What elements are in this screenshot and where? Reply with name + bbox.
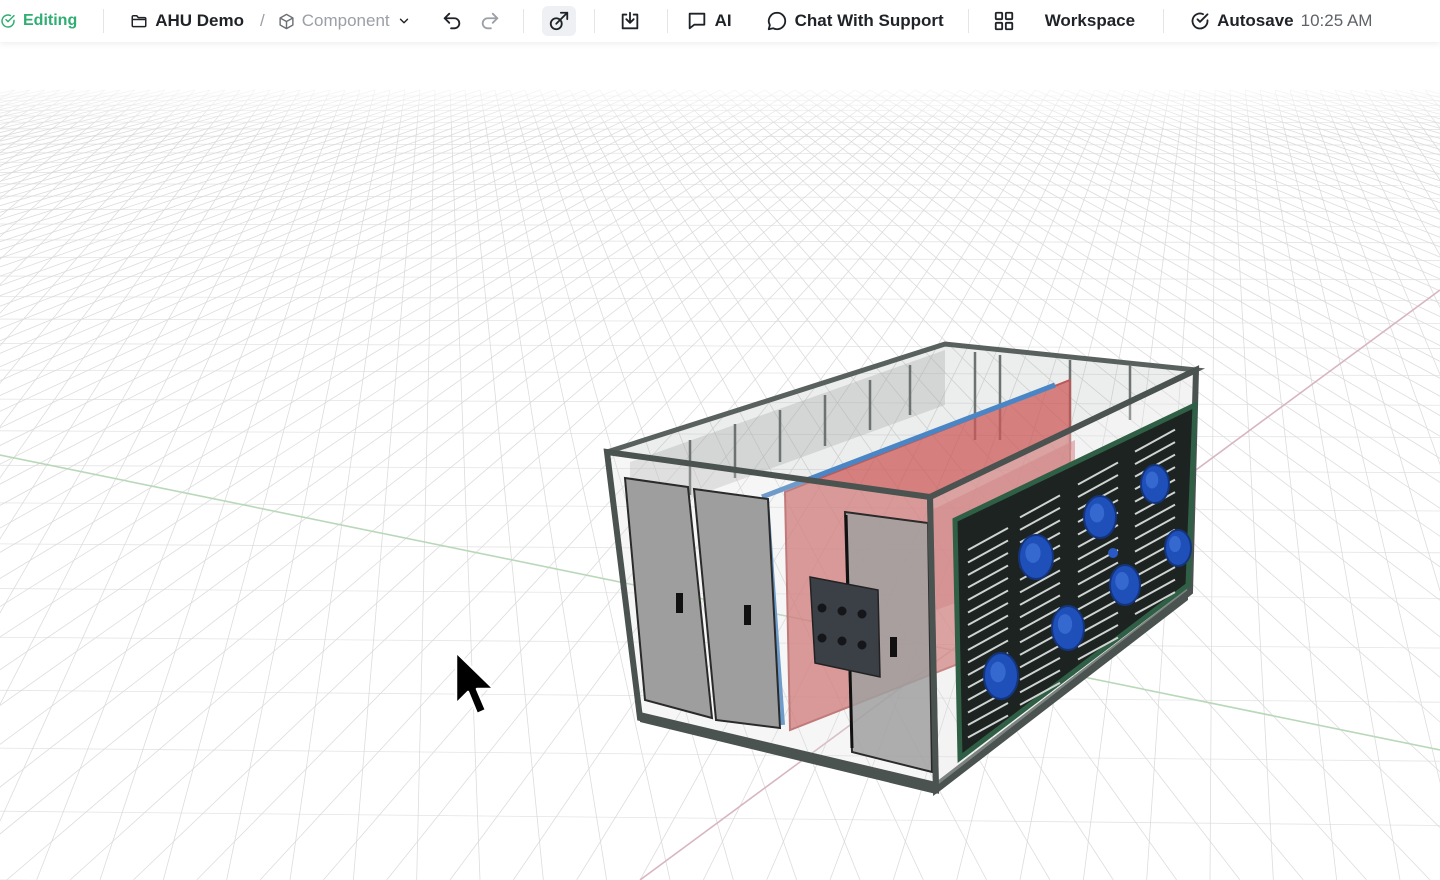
fan-hub [1169, 535, 1181, 553]
fan-hub [1115, 572, 1129, 590]
fan-hub [1145, 471, 1159, 489]
message-circle-icon [766, 10, 788, 32]
divider [522, 9, 524, 33]
workspace-label[interactable]: Workspace [1045, 11, 1135, 31]
breadcrumb-project[interactable]: AHU Demo [130, 11, 244, 31]
divider [666, 9, 668, 33]
check-circle-icon [1190, 11, 1210, 31]
top-toolbar: Editing AHU Demo / Component AI Chat Wit… [0, 0, 1440, 42]
divider [967, 9, 969, 33]
3d-viewport[interactable] [0, 42, 1440, 880]
chat-support-label: Chat With Support [794, 11, 944, 30]
door-handle-2 [744, 605, 751, 625]
breadcrumb: AHU Demo / Component [130, 11, 410, 31]
breadcrumb-separator: / [260, 11, 265, 30]
fan-hub [1025, 543, 1041, 563]
autosave-status: Autosave 10:25 AM [1190, 11, 1372, 31]
divider [103, 9, 105, 33]
workspace-grid-button[interactable] [987, 6, 1021, 36]
chevron-down-icon [397, 14, 411, 28]
editing-label: Editing [23, 12, 78, 29]
share-icon [548, 10, 570, 32]
download-button[interactable] [613, 6, 647, 36]
divider [1163, 9, 1165, 33]
ai-label: AI [714, 11, 732, 30]
autosave-time: 10:25 AM [1300, 11, 1373, 30]
undo-button[interactable] [435, 6, 469, 36]
fan-hub [1057, 614, 1073, 634]
grid-icon [993, 10, 1015, 32]
editing-status: Editing [0, 12, 77, 30]
cube-icon [278, 13, 295, 30]
folder-icon [130, 12, 148, 30]
chat-support-button[interactable]: Chat With Support [766, 10, 944, 32]
door-handle-1 [676, 593, 683, 613]
check-circle-icon [0, 13, 16, 29]
undo-icon [441, 10, 463, 32]
fan-hub [1089, 503, 1105, 523]
project-name: AHU Demo [155, 11, 245, 30]
redo-button[interactable] [473, 6, 507, 36]
divider [593, 9, 595, 33]
redo-icon [479, 10, 501, 32]
horizon-fade [0, 42, 1440, 132]
download-icon [619, 10, 641, 32]
door-handle-3 [890, 637, 897, 657]
fan-center-sensor [1108, 548, 1118, 558]
component-label: Component [301, 11, 390, 30]
fan-hub [990, 661, 1006, 683]
ai-button[interactable]: AI [686, 10, 732, 32]
autosave-label: Autosave [1217, 11, 1294, 30]
component-dropdown[interactable]: Component [278, 11, 411, 31]
control-panel [809, 576, 881, 678]
message-square-icon [686, 10, 708, 32]
share-button[interactable] [541, 6, 576, 36]
